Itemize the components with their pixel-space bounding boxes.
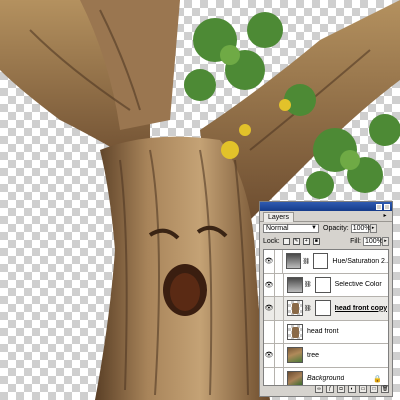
eye-icon[interactable]: 👁: [264, 297, 275, 320]
eye-icon[interactable]: 👁: [264, 344, 275, 367]
layer-name: Hue/Saturation 2...: [332, 257, 388, 265]
blend-opacity-row: Normal ▼ Opacity: 100% ▸: [263, 223, 389, 233]
trash-icon[interactable]: 🗑: [381, 385, 389, 393]
adjustment-thumbnail: [286, 253, 302, 270]
close-icon[interactable]: [384, 203, 390, 210]
mask-icon[interactable]: ◘: [337, 385, 345, 393]
blend-mode-select[interactable]: Normal ▼: [263, 223, 319, 233]
panel-title-bar[interactable]: [260, 202, 392, 211]
blend-mode-value: Normal: [266, 224, 289, 232]
layer-name: head front copy: [334, 304, 388, 312]
lock-all-icon[interactable]: ■: [312, 237, 320, 245]
mask-thumbnail[interactable]: [313, 253, 329, 270]
folder-icon[interactable]: ▭: [359, 385, 367, 393]
link-icon[interactable]: ⛓: [304, 305, 312, 312]
brush-column: [275, 320, 284, 343]
lock-label: Lock:: [263, 237, 280, 245]
lock-fill-row: Lock: ✎ + ■ Fill: 100% ▸: [263, 236, 389, 246]
adjustment-thumbnail: [287, 276, 303, 293]
layer-name: Background: [307, 375, 345, 383]
layers-panel[interactable]: Layers ▸ Normal ▼ Opacity: 100% ▸ Lock: …: [259, 201, 393, 397]
fill-label: Fill:: [350, 237, 361, 245]
layer-row[interactable]: 👁 ⛓ Hue/Saturation 2...: [264, 250, 388, 274]
tab-layers[interactable]: Layers: [263, 212, 295, 222]
minimize-icon[interactable]: [376, 203, 382, 210]
lock-icon: 🔒: [373, 375, 382, 383]
layer-name: Selective Color: [334, 281, 382, 289]
brush-column: [275, 344, 284, 367]
brush-column: [275, 273, 284, 296]
layer-name: tree: [307, 351, 320, 359]
layer-row[interactable]: 👁 ⛓ Selective Color: [264, 273, 388, 297]
layer-name: head front: [307, 328, 339, 336]
layers-list: 👁 ⛓ Hue/Saturation 2... 👁 ⛓ Selective Co…: [263, 249, 389, 386]
opacity-slider-arrow-icon[interactable]: ▸: [369, 223, 377, 233]
lock-transparent-icon[interactable]: [282, 237, 290, 245]
layer-row[interactable]: 👁 tree: [264, 344, 388, 368]
chevron-down-icon: ▼: [311, 224, 317, 231]
brush-column: [275, 250, 284, 273]
lock-position-icon[interactable]: +: [302, 237, 310, 245]
lock-image-icon[interactable]: ✎: [292, 237, 300, 245]
new-layer-icon[interactable]: □: [370, 385, 378, 393]
opacity-input[interactable]: 100%: [350, 223, 371, 233]
layer-row[interactable]: head front: [264, 320, 388, 344]
panel-footer: ∞ ƒ ◘ ◐ ▭ □ 🗑: [263, 384, 389, 394]
link-icon[interactable]: ⛓: [302, 258, 310, 265]
layer-style-icon[interactable]: ƒ: [326, 385, 334, 393]
eye-icon[interactable]: 👁: [264, 273, 275, 296]
eye-icon[interactable]: 👁: [264, 250, 275, 273]
mask-thumbnail[interactable]: [314, 300, 331, 317]
brush-icon: [275, 297, 284, 320]
panel-menu-icon[interactable]: ▸: [381, 213, 389, 219]
link-icon[interactable]: ⛓: [304, 281, 312, 288]
layer-row-selected[interactable]: 👁 ⛓ head front copy: [264, 297, 388, 321]
layer-thumbnail: [287, 300, 303, 317]
opacity-label: Opacity:: [323, 224, 349, 232]
panel-tabs: Layers ▸: [260, 211, 392, 222]
eye-hidden-slot[interactable]: [264, 320, 275, 343]
fill-input[interactable]: 100%: [363, 236, 383, 246]
fill-slider-arrow-icon[interactable]: ▸: [382, 236, 389, 246]
layer-thumbnail: [287, 323, 303, 340]
link-icon[interactable]: ∞: [315, 385, 323, 393]
layer-thumbnail: [287, 347, 303, 364]
mask-thumbnail[interactable]: [314, 276, 331, 293]
adjustment-icon[interactable]: ◐: [348, 385, 356, 393]
